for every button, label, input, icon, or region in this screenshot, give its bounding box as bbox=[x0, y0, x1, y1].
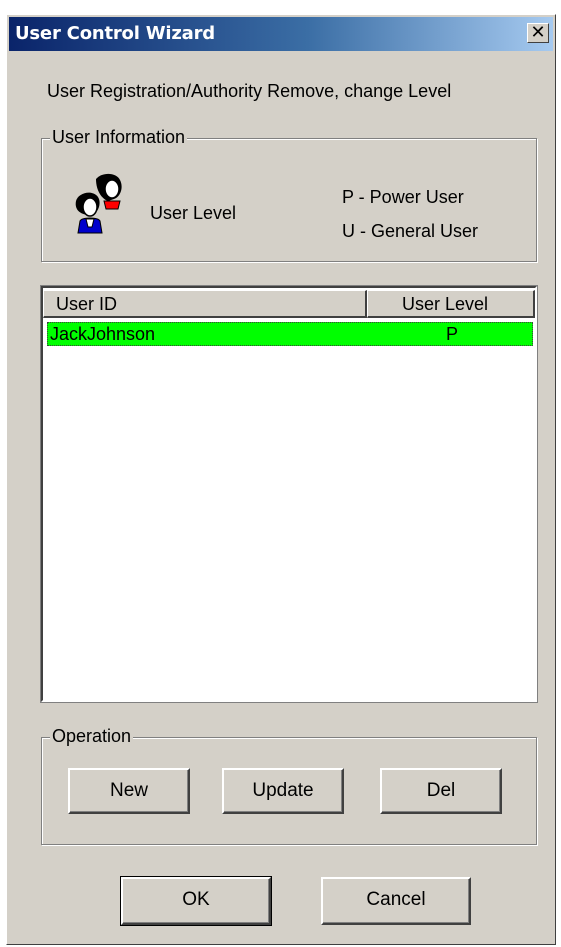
users-icon bbox=[75, 173, 122, 234]
update-button[interactable]: Update bbox=[222, 768, 344, 814]
close-button[interactable]: ✕ bbox=[527, 22, 549, 43]
title-bar[interactable]: User Control Wizard ✕ bbox=[9, 17, 553, 51]
user-information-group: User Information User Level P - Power Us… bbox=[41, 127, 537, 262]
del-button[interactable]: Del bbox=[380, 768, 502, 814]
user-level-label: User Level bbox=[150, 203, 237, 223]
general-user-legend: U - General User bbox=[342, 221, 479, 241]
cancel-button[interactable]: Cancel bbox=[321, 877, 471, 925]
close-icon: ✕ bbox=[530, 22, 546, 43]
operation-group: Operation New Update Del bbox=[41, 726, 537, 845]
user-information-legend: User Information bbox=[50, 127, 188, 148]
table-row[interactable]: JackJohnson P bbox=[47, 322, 533, 346]
power-user-legend: P - Power User bbox=[342, 187, 464, 207]
user-list[interactable]: User ID User Level JackJohnson P bbox=[40, 285, 538, 703]
cell-user-level: P bbox=[446, 324, 459, 344]
column-header-user-id[interactable]: User ID bbox=[43, 290, 367, 318]
window-title: User Control Wizard bbox=[15, 23, 215, 44]
column-header-user-level[interactable]: User Level bbox=[367, 290, 535, 318]
header-description: User Registration/Authority Remove, chan… bbox=[47, 81, 452, 101]
operation-legend: Operation bbox=[50, 726, 134, 747]
ok-button[interactable]: OK bbox=[120, 876, 272, 926]
new-button[interactable]: New bbox=[68, 768, 190, 814]
cell-user-id: JackJohnson bbox=[50, 324, 156, 344]
user-control-wizard-dialog: User Control Wizard ✕ User Registration/… bbox=[6, 14, 556, 945]
